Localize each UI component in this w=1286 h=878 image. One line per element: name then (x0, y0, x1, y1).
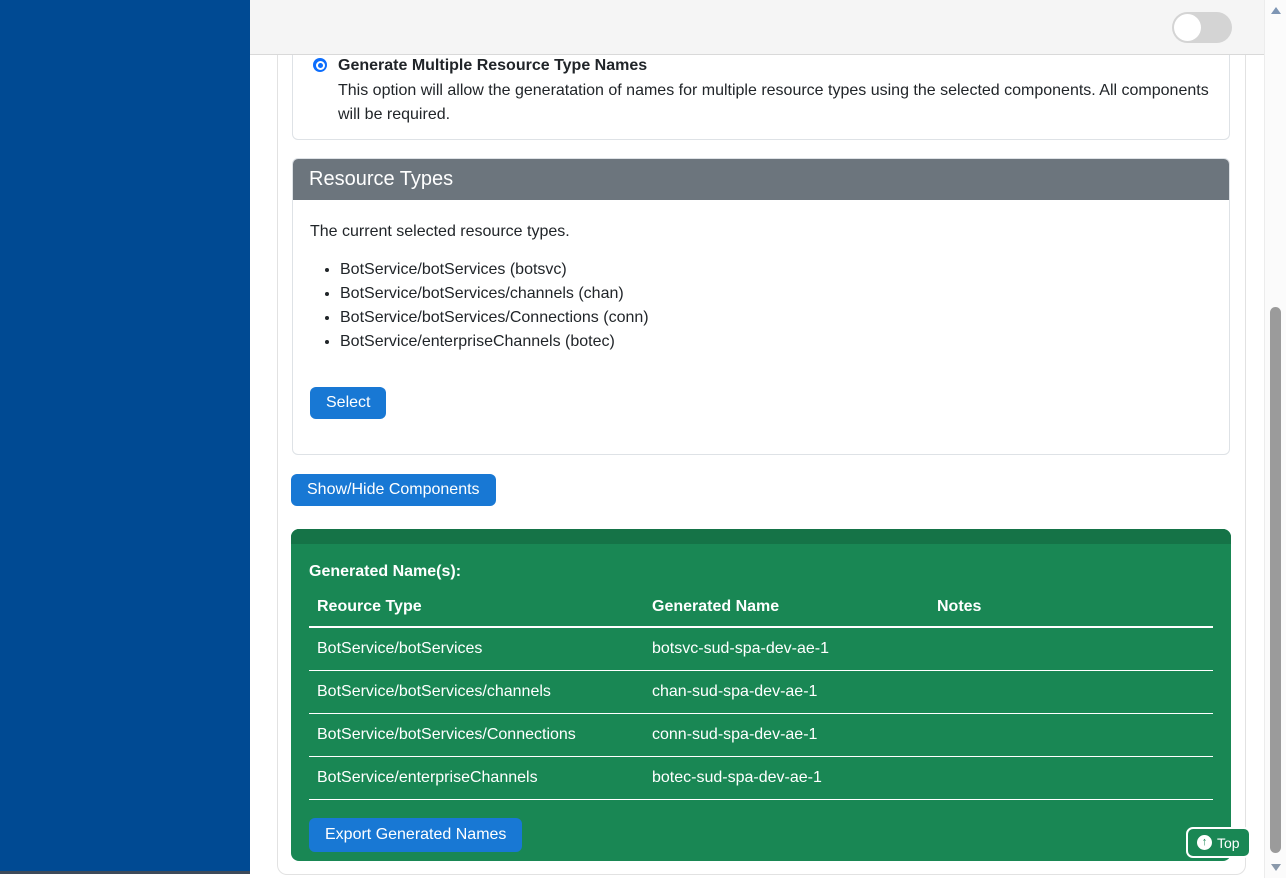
scrollbar-up-arrow-icon[interactable] (1271, 7, 1281, 14)
generated-name-row: BotService/botServicesbotsvc-sud-spa-dev… (309, 627, 1213, 671)
radio-option-row: Generate Multiple Resource Type Names (313, 55, 1209, 77)
radio-dot (318, 63, 323, 68)
option-title-label[interactable]: Generate Multiple Resource Type Names (338, 55, 647, 77)
resource-type-item: BotService/botServices/channels (chan) (340, 282, 1212, 306)
cell-generated-name: chan-sud-spa-dev-ae-1 (644, 671, 929, 714)
resource-types-card: Resource Types The current selected reso… (292, 158, 1230, 455)
cell-generated-name: conn-sud-spa-dev-ae-1 (644, 714, 929, 757)
sidebar-bottom-edge (0, 871, 250, 874)
back-to-top-button[interactable]: ↑ Top (1186, 827, 1251, 858)
scrollbar-thumb[interactable] (1270, 307, 1281, 853)
cell-resource-type: BotService/enterpriseChannels (309, 757, 644, 800)
cell-resource-type: BotService/botServices/channels (309, 671, 644, 714)
cell-notes (929, 714, 1213, 757)
generate-option-card: Generate Multiple Resource Type Names Th… (292, 55, 1230, 140)
resource-types-header: Resource Types (293, 159, 1229, 200)
generated-names-panel: Generated Name(s): Reource Type Generate… (291, 529, 1231, 861)
radio-inner-ring (316, 61, 325, 70)
generated-names-rows: BotService/botServicesbotsvc-sud-spa-dev… (309, 627, 1213, 800)
scrollbar-down-arrow-icon[interactable] (1271, 864, 1281, 871)
radio-selected-icon[interactable] (313, 58, 327, 72)
cell-resource-type: BotService/botServices (309, 627, 644, 671)
column-header-notes: Notes (929, 596, 1213, 627)
resource-type-list: BotService/botServices (botsvc)BotServic… (310, 258, 1212, 354)
generated-panel-body: Generated Name(s): Reource Type Generate… (291, 544, 1231, 870)
select-button[interactable]: Select (310, 387, 386, 419)
resource-type-item: BotService/enterpriseChannels (botec) (340, 330, 1212, 354)
generated-panel-header-strip (291, 529, 1231, 544)
generated-name-row: BotService/botServices/Connectionsconn-s… (309, 714, 1213, 757)
resource-type-item: BotService/botServices/Connections (conn… (340, 306, 1212, 330)
column-header-generated-name: Generated Name (644, 596, 929, 627)
cell-notes (929, 627, 1213, 671)
arrow-up-circle-icon: ↑ (1197, 835, 1212, 850)
cell-generated-name: botec-sud-spa-dev-ae-1 (644, 757, 929, 800)
sidebar-nav (0, 0, 250, 871)
show-hide-components-button[interactable]: Show/Hide Components (291, 474, 496, 506)
top-bar (250, 0, 1264, 55)
cell-resource-type: BotService/botServices/Connections (309, 714, 644, 757)
option-description: This option will allow the generatation … (338, 79, 1213, 127)
generated-names-table: Reource Type Generated Name Notes BotSer… (309, 596, 1213, 800)
cell-generated-name: botsvc-sud-spa-dev-ae-1 (644, 627, 929, 671)
resource-type-item: BotService/botServices (botsvc) (340, 258, 1212, 282)
scrollbar-track[interactable] (1264, 0, 1286, 878)
cell-notes (929, 757, 1213, 800)
toggle-knob-icon (1174, 14, 1201, 41)
resource-types-intro: The current selected resource types. (310, 220, 1212, 244)
top-button-label: Top (1217, 835, 1240, 851)
theme-toggle-switch[interactable] (1172, 12, 1232, 43)
cell-notes (929, 671, 1213, 714)
column-header-resource-type: Reource Type (309, 596, 644, 627)
generated-name-row: BotService/enterpriseChannelsbotec-sud-s… (309, 757, 1213, 800)
resource-types-body: The current selected resource types. Bot… (293, 200, 1229, 439)
generated-name-row: BotService/botServices/channelschan-sud-… (309, 671, 1213, 714)
table-header-row: Reource Type Generated Name Notes (309, 596, 1213, 627)
export-generated-names-button[interactable]: Export Generated Names (309, 818, 522, 852)
generated-names-heading: Generated Name(s): (309, 563, 1213, 580)
